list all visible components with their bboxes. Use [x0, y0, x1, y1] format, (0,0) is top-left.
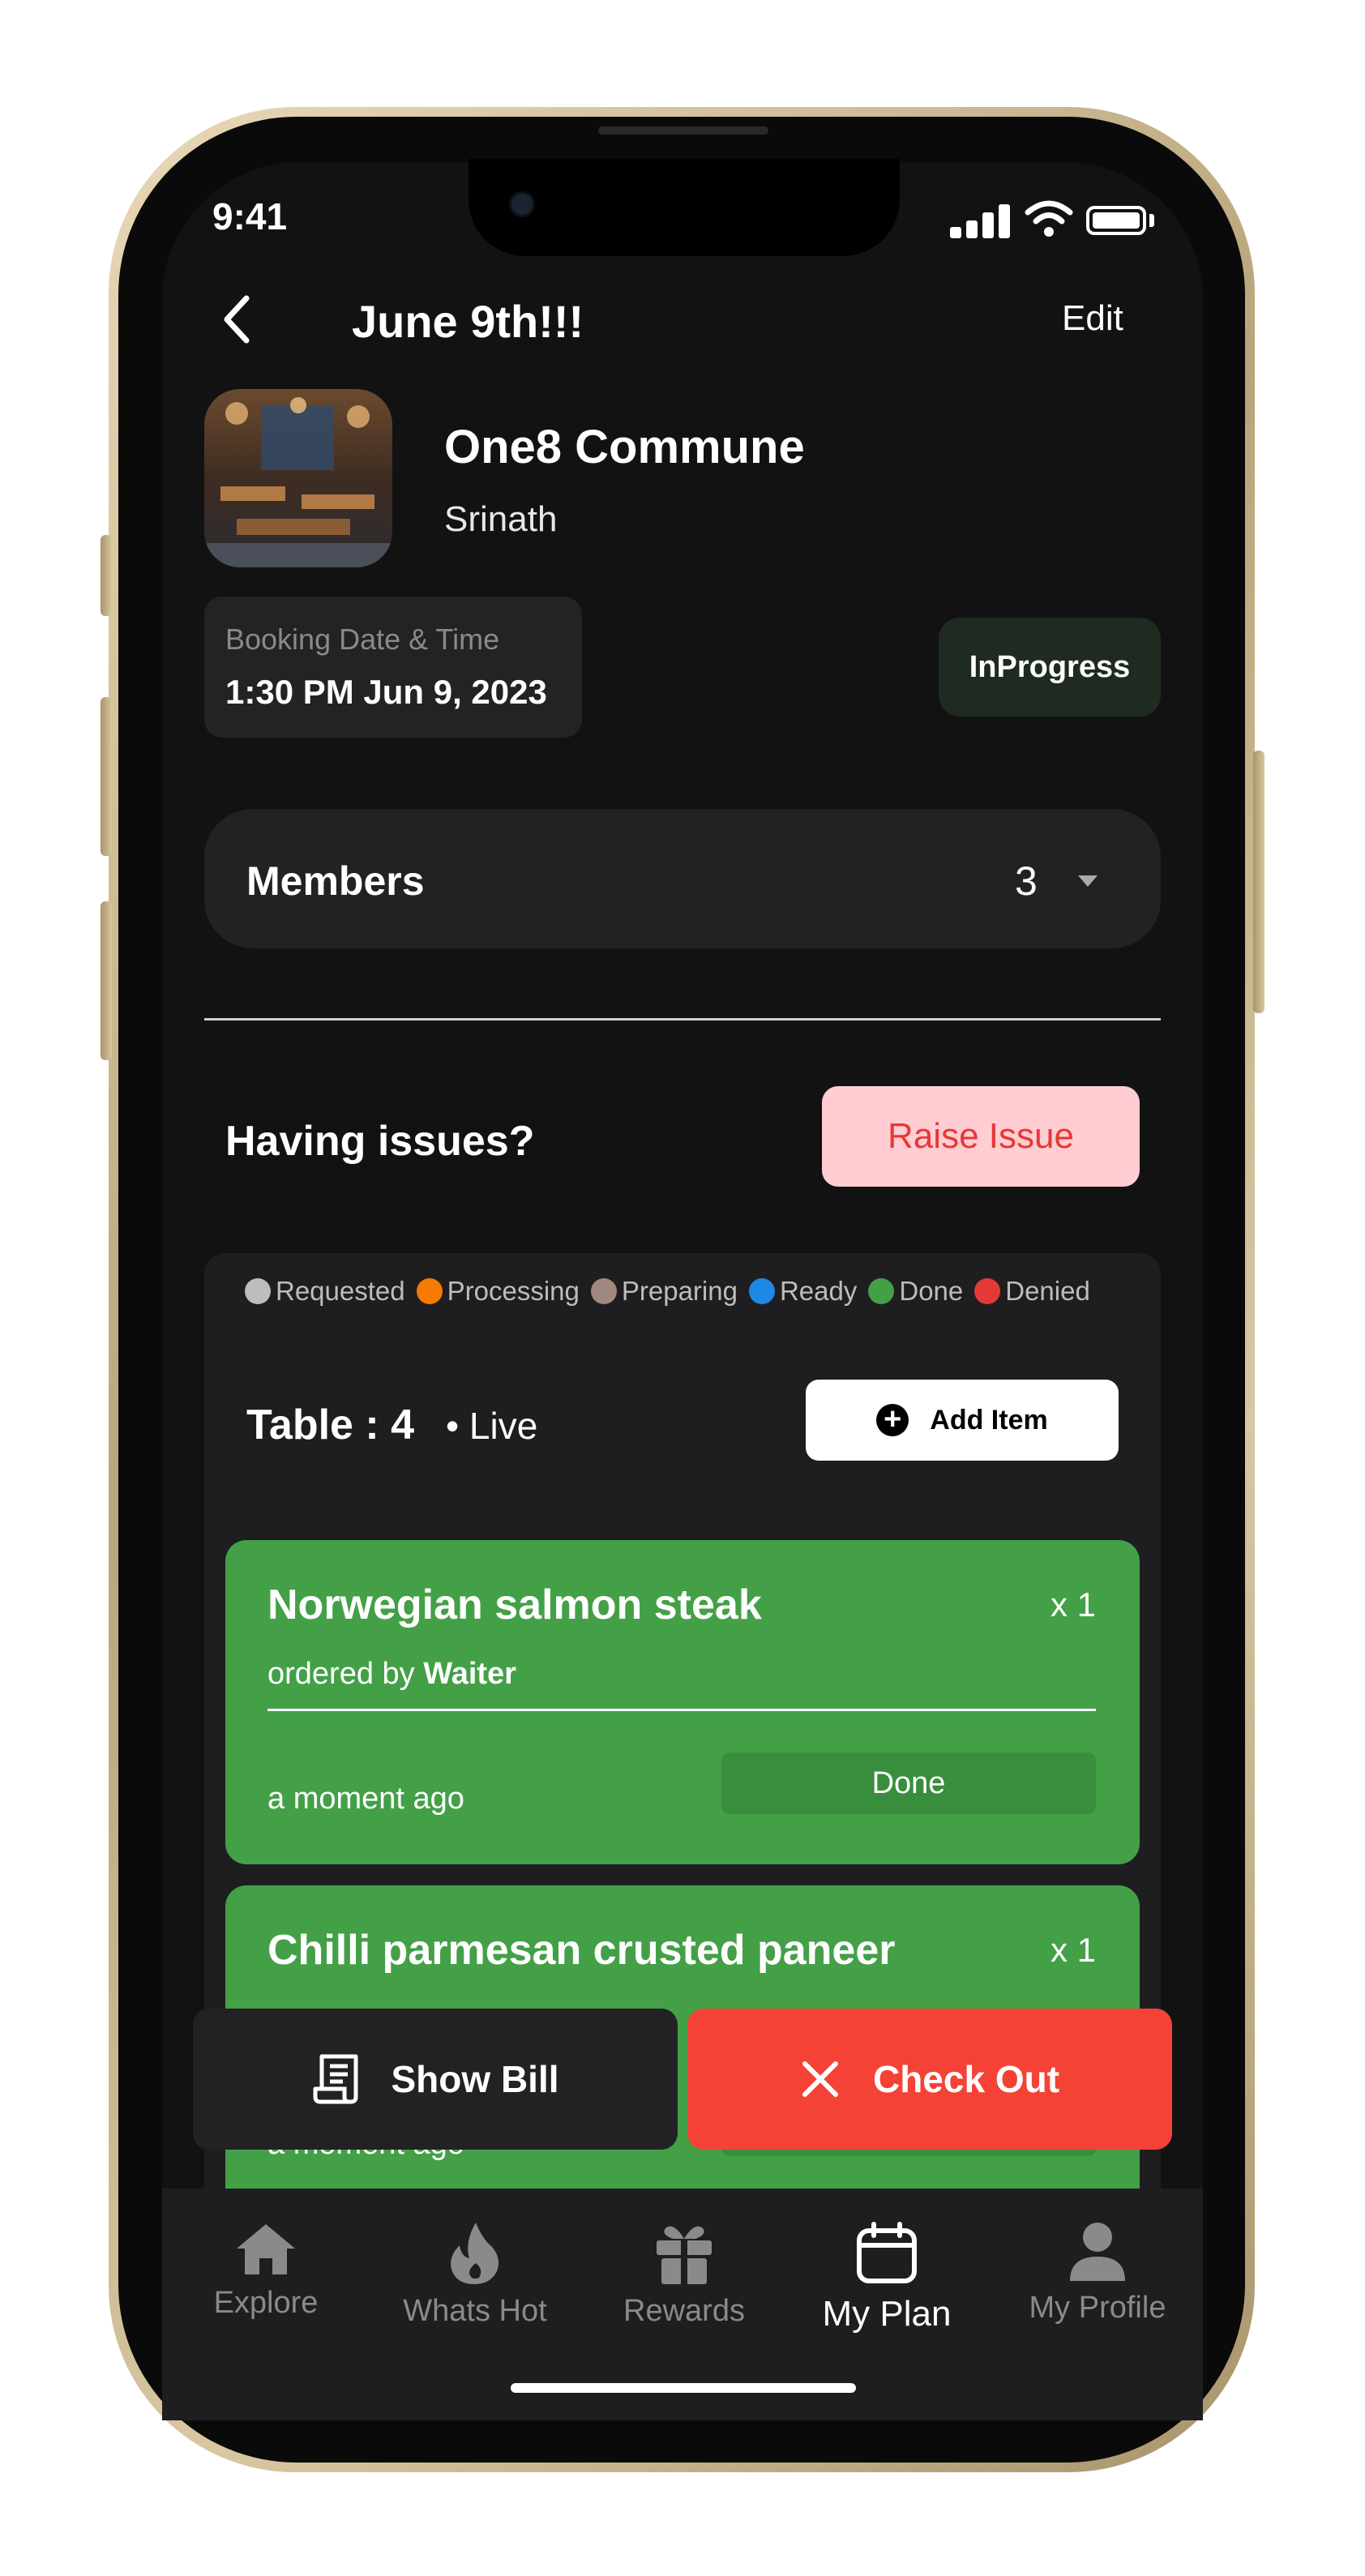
order-item-name: Norwegian salmon steak [267, 1581, 762, 1628]
legend-item-processing: Processing [416, 1276, 580, 1307]
home-icon [237, 2224, 295, 2274]
tab-label: Rewards [623, 2294, 745, 2328]
flame-icon [451, 2223, 499, 2284]
check-out-label: Check Out [872, 2058, 1060, 2100]
restaurant-name: One8 Commune [444, 421, 805, 473]
tab-label: Whats Hot [403, 2294, 547, 2328]
legend-item-requested: Requested [245, 1276, 405, 1307]
legend-dot [590, 1278, 617, 1304]
booking-card [204, 597, 582, 738]
restaurant-owner: Srinath [444, 499, 558, 539]
legend-dot [245, 1278, 271, 1304]
legend-dot [974, 1278, 1001, 1304]
add-item-label: Add Item [930, 1404, 1048, 1436]
booking-label: Booking Date & Time [225, 623, 500, 656]
legend-dot [748, 1278, 775, 1304]
battery-cap [1149, 214, 1154, 227]
ordered-by-name: Waiter [423, 1657, 516, 1691]
restaurant-thumbnail [204, 389, 392, 567]
front-camera [509, 191, 535, 217]
home-indicator [511, 2383, 856, 2393]
signal-icon [950, 204, 1012, 238]
edit-button[interactable]: Edit [1062, 298, 1123, 339]
legend-item-done: Done [868, 1276, 963, 1307]
legend-label: Denied [1005, 1276, 1090, 1306]
chevron-down-icon [1078, 875, 1098, 887]
tab-label: My Plan [822, 2294, 952, 2334]
person-icon [1070, 2223, 1125, 2281]
wifi-icon [1025, 200, 1073, 237]
tab-whats-hot[interactable]: Whats Hot [378, 2221, 572, 2329]
order-time: a moment ago [267, 1782, 464, 1816]
tab-explore[interactable]: Explore [169, 2221, 363, 2321]
status-time: 9:41 [212, 195, 288, 237]
tab-label: Explore [213, 2286, 319, 2320]
volume-up-button [101, 697, 112, 856]
legend-item-preparing: Preparing [590, 1276, 738, 1307]
volume-down-button [101, 901, 112, 1060]
close-icon [802, 2061, 838, 2097]
gift-icon [657, 2226, 712, 2284]
mute-switch [101, 535, 112, 616]
status-legend: Requested Processing Preparing Ready Don… [245, 1276, 1102, 1307]
back-arrow-icon[interactable] [219, 293, 255, 345]
add-item-button[interactable]: + Add Item [806, 1380, 1119, 1461]
receipt-icon [313, 2054, 357, 2104]
tab-my-plan[interactable]: My Plan [789, 2221, 984, 2334]
order-status-badge: Done [721, 1752, 1096, 1814]
booking-datetime: 1:30 PM Jun 9, 2023 [225, 673, 547, 711]
divider [204, 1018, 1161, 1021]
ordered-by-prefix: ordered by [267, 1657, 415, 1691]
tab-rewards[interactable]: Rewards [587, 2221, 781, 2329]
legend-dot [416, 1278, 443, 1304]
check-out-button[interactable]: Check Out [687, 2009, 1172, 2150]
legend-label: Done [899, 1276, 964, 1306]
issues-label: Having issues? [225, 1118, 535, 1165]
status-badge: InProgress [939, 618, 1161, 717]
calendar-icon [857, 2222, 917, 2283]
live-indicator: • Live [446, 1405, 538, 1447]
tab-my-profile[interactable]: My Profile [1000, 2221, 1195, 2326]
order-item-name: Chilli parmesan crusted paneer [267, 1927, 896, 1974]
legend-label: Ready [779, 1276, 858, 1306]
show-bill-button[interactable]: Show Bill [193, 2009, 678, 2150]
legend-dot [868, 1278, 895, 1304]
tab-label: My Profile [1029, 2291, 1166, 2325]
battery-icon [1086, 206, 1146, 235]
legend-item-ready: Ready [748, 1276, 858, 1307]
order-quantity: x 1 [1050, 1931, 1097, 1969]
members-label: Members [246, 858, 425, 904]
table-label: Table : 4 [246, 1401, 415, 1448]
order-quantity: x 1 [1050, 1585, 1097, 1624]
legend-item-denied: Denied [974, 1276, 1090, 1307]
page-title: June 9th!!! [352, 296, 584, 347]
speaker [598, 126, 768, 135]
power-button [1253, 751, 1264, 1013]
raise-issue-button[interactable]: Raise Issue [822, 1086, 1140, 1187]
ordered-by-text: ordered by Waiter [267, 1657, 516, 1692]
legend-label: Processing [447, 1276, 580, 1306]
plus-circle-icon: + [876, 1404, 909, 1436]
show-bill-label: Show Bill [391, 2058, 559, 2100]
legend-label: Requested [276, 1276, 405, 1306]
members-count: 3 [1015, 858, 1038, 904]
legend-label: Preparing [621, 1276, 738, 1306]
order-divider [267, 1709, 1096, 1711]
